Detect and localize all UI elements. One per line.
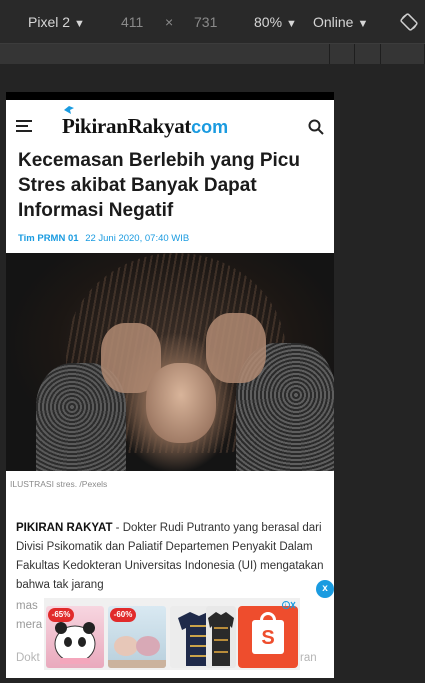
media-query-segment[interactable] — [0, 44, 330, 64]
site-header: PikiranRakyatcom — [6, 100, 334, 146]
site-logo[interactable]: PikiranRakyatcom — [62, 106, 229, 144]
device-name: Pixel 2 — [28, 14, 71, 30]
network-throttle-select[interactable]: Online ▼ — [313, 14, 368, 30]
chevron-down-icon: ▼ — [357, 18, 369, 30]
logo-suffix: com — [191, 117, 229, 137]
chevron-down-icon: ▼ — [74, 18, 85, 30]
article-author[interactable]: Tim PRMN 01 — [18, 233, 79, 244]
lead-source: PIKIRAN RAKYAT — [16, 522, 113, 534]
dimension-separator: × — [165, 14, 174, 30]
devtools-device-toolbar: Pixel 2 ▼ 411 × 731 80% ▼ Online ▼ — [0, 0, 425, 44]
article-meta: Tim PRMN 01 22 Juni 2020, 07:40 WIB — [18, 233, 322, 253]
lead-paragraph: PIKIRAN RAKYAT - Dokter Rudi Putranto ya… — [16, 519, 324, 595]
adchoices-icon[interactable]: i — [282, 600, 296, 610]
body-line-partial: mas — [16, 600, 38, 612]
viewport-height-input[interactable]: 731 — [194, 14, 217, 30]
logo-wordmark: PikiranRakyat — [62, 114, 192, 138]
network-value: Online — [313, 14, 354, 30]
discount-badge: -60% — [110, 608, 136, 622]
ad-product-batik-2[interactable] — [206, 606, 236, 668]
svg-text:i: i — [285, 603, 286, 609]
media-query-bar — [0, 44, 425, 64]
article-photo — [6, 253, 334, 471]
ad-product-panda-bag[interactable]: -65% — [46, 606, 104, 668]
ad-product-shoes[interactable]: -60% — [108, 606, 166, 668]
article-headline: Kecemasan Berlebih yang Picu Stres akiba… — [18, 150, 300, 221]
bird-icon — [64, 106, 74, 114]
chevron-down-icon: ▼ — [286, 18, 297, 30]
article-date: 22 Juni 2020, 07:40 WIB — [85, 233, 190, 244]
search-icon[interactable] — [308, 119, 324, 135]
ad-close-button[interactable]: x — [316, 580, 334, 598]
body-line-partial: mera — [16, 619, 43, 631]
viewport-width-input[interactable]: 411 — [121, 14, 143, 30]
discount-badge: -65% — [48, 608, 74, 622]
hamburger-menu-icon[interactable] — [16, 120, 32, 132]
article-body: PIKIRAN RAKYAT - Dokter Rudi Putranto ya… — [6, 507, 334, 595]
device-select[interactable]: Pixel 2 ▼ — [28, 14, 85, 30]
body-line-partial: Dokt — [16, 652, 40, 664]
media-query-segment[interactable] — [381, 44, 425, 64]
status-bar — [6, 92, 334, 100]
body-line-partial: ran — [300, 652, 317, 664]
ad-shopee-logo[interactable]: S — [238, 606, 298, 668]
media-query-segment[interactable] — [330, 44, 355, 64]
article-header: Kecemasan Berlebih yang Picu Stres akiba… — [6, 148, 334, 253]
device-viewport: PikiranRakyatcom Kecemasan Berlebih yang… — [6, 92, 334, 678]
rotate-icon[interactable] — [400, 13, 418, 31]
zoom-value: 80% — [254, 14, 283, 30]
photo-caption: ILUSTRASI stres. /Pexels — [10, 479, 108, 489]
zoom-select[interactable]: 80% ▼ — [254, 14, 297, 30]
batik-shirt-icon — [208, 612, 234, 666]
shopee-bag-icon: S — [252, 620, 284, 654]
media-query-segment[interactable] — [355, 44, 381, 64]
